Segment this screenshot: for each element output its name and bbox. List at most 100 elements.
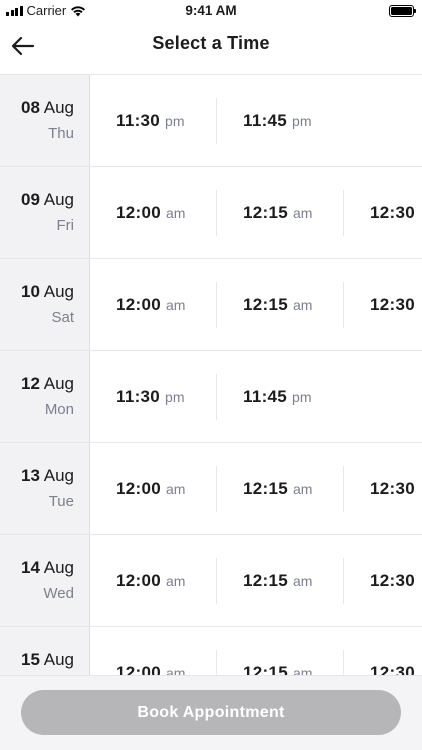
slot-period: pm [165,112,185,129]
weekday-label: Wed [43,585,74,602]
time-slot-list[interactable]: 12:00 am 12:15 am 12:30 [90,627,422,675]
page-title: Select a Time [152,33,270,53]
slot-time: 12:15 [243,202,288,222]
time-slot[interactable]: 12:15 am [217,189,344,236]
time-slot[interactable]: 12:30 [344,466,422,512]
slot-time: 12:00 [116,662,161,676]
schedule-list: 08 Aug Thu 11:30 pm 11:45 pm 09 Aug Fri 12:00 am 1… [0,75,422,675]
time-slot[interactable]: 11:45 pm [217,98,344,144]
slot-period: pm [292,388,312,405]
time-slot[interactable]: 11:45 pm [217,374,344,420]
day-number: 10 [21,282,40,301]
slot-period: pm [165,388,185,405]
slot-period: am [292,204,313,221]
month-label: Aug [43,374,74,393]
date-cell: 13 Aug Tue [0,443,90,534]
battery-icon [389,5,416,17]
slot-time: 12:00 [116,478,161,498]
month-label: Aug [43,190,74,209]
weekday-label: Thu [48,125,74,142]
day-row: 10 Aug Sat 12:00 am 12:15 am 12:30 [0,259,422,351]
time-slot[interactable]: 12:30 [344,558,422,604]
date-label: 13 Aug [0,465,74,487]
time-slot-list[interactable]: 11:30 pm 11:45 pm [90,351,422,442]
day-number: 08 [21,98,40,117]
date-label: 09 Aug [0,189,74,211]
date-cell: 08 Aug Thu [0,75,90,166]
month-label: Aug [43,282,74,301]
slot-time: 12:15 [243,570,288,590]
day-row: 09 Aug Fri 12:00 am 12:15 am 12:30 [0,167,422,259]
status-bar: Carrier 9:41 AM [0,0,422,22]
date-cell: 09 Aug Fri [0,167,90,258]
time-slot-list[interactable]: 12:00 am 12:15 am 12:30 [90,443,422,534]
date-label: 15 Aug [0,649,74,671]
time-slot[interactable]: 12:30 [344,190,422,236]
slot-time: 11:45 [243,110,288,130]
date-label: 12 Aug [0,373,74,395]
slot-time: 12:15 [243,294,288,314]
slot-time: 11:30 [116,110,161,130]
slot-period: am [165,204,186,221]
time-slot[interactable]: 11:30 pm [90,373,217,420]
time-slot[interactable]: 12:15 am [217,465,344,512]
date-label: 10 Aug [0,281,74,303]
day-number: 09 [21,190,40,209]
day-row: 12 Aug Mon 11:30 pm 11:45 pm [0,351,422,443]
time-slot[interactable]: 12:00 am [90,557,217,604]
day-number: 12 [21,374,40,393]
slot-period: am [292,296,313,313]
slot-time: 11:30 [116,386,161,406]
time-slot-list[interactable]: 11:30 pm 11:45 pm [90,75,422,166]
time-slot[interactable]: 12:15 am [217,649,344,676]
day-row: 13 Aug Tue 12:00 am 12:15 am 12:30 [0,443,422,535]
time-slot[interactable]: 12:30 [344,650,422,676]
time-slot[interactable]: 12:00 am [90,189,217,236]
status-time: 9:41 AM [185,3,237,18]
slot-time: 12:00 [116,570,161,590]
month-label: Aug [43,558,74,577]
slot-time: 12:30 [370,570,415,590]
slot-period: am [292,572,313,589]
time-slot-list[interactable]: 12:00 am 12:15 am 12:30 [90,259,422,350]
date-cell: 14 Aug Wed [0,535,90,626]
date-cell: 15 Aug [0,627,90,675]
slot-time: 12:15 [243,662,288,676]
slot-period: am [165,664,186,676]
weekday-label: Sat [51,309,74,326]
time-slot[interactable]: 12:30 [344,282,422,328]
slot-time: 12:15 [243,478,288,498]
day-row: 15 Aug 12:00 am 12:15 am 12:30 [0,627,422,675]
slot-period: am [165,480,186,497]
slot-time: 12:30 [370,202,415,222]
time-slot[interactable]: 12:15 am [217,281,344,328]
date-cell: 12 Aug Mon [0,351,90,442]
slot-period: am [165,296,186,313]
time-slot[interactable]: 12:00 am [90,465,217,512]
book-appointment-button[interactable]: Book Appointment [21,690,401,735]
day-number: 13 [21,466,40,485]
slot-time: 12:30 [370,478,415,498]
slot-period: pm [292,112,312,129]
day-number: 14 [21,558,40,577]
day-row: 08 Aug Thu 11:30 pm 11:45 pm [0,75,422,167]
time-slot-list[interactable]: 12:00 am 12:15 am 12:30 [90,167,422,258]
month-label: Aug [43,650,74,669]
month-label: Aug [43,466,74,485]
slot-time: 12:00 [116,202,161,222]
time-slot[interactable]: 12:00 am [90,649,217,676]
slot-time: 12:30 [370,662,415,676]
month-label: Aug [43,98,74,117]
day-row: 14 Aug Wed 12:00 am 12:15 am 12:30 [0,535,422,627]
weekday-label: Mon [44,401,74,418]
slot-period: am [292,664,313,676]
time-slot[interactable]: 12:15 am [217,557,344,604]
slot-time: 11:45 [243,386,288,406]
time-slot[interactable]: 12:00 am [90,281,217,328]
time-slot[interactable]: 11:30 pm [90,97,217,144]
day-number: 15 [21,650,40,669]
slot-time: 12:30 [370,294,415,314]
time-slot-list[interactable]: 12:00 am 12:15 am 12:30 [90,535,422,626]
weekday-label: Fri [56,217,75,234]
date-label: 14 Aug [0,557,74,579]
